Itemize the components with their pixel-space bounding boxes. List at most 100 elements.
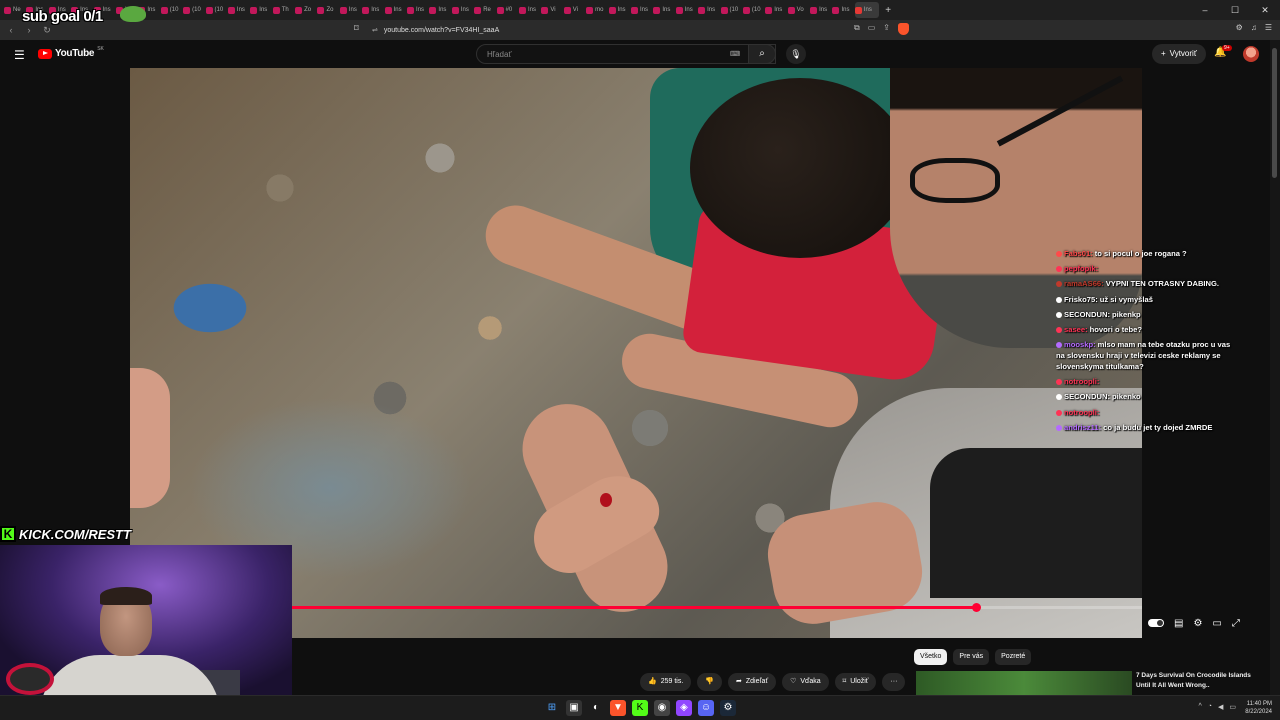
browser-tab[interactable]: Ins	[227, 2, 250, 18]
more-actions-button[interactable]: ···	[882, 673, 906, 691]
browser-tab[interactable]: Ins	[451, 2, 474, 18]
windows-start-icon[interactable]: ⊞	[544, 700, 560, 716]
youtube-logo[interactable]: YouTube SK	[38, 46, 104, 59]
save-button[interactable]: ⌑ Uložiť	[834, 673, 877, 691]
browser-tab[interactable]: Ins	[832, 2, 854, 18]
browser-tab[interactable]: (10	[205, 2, 228, 18]
taskbar-apps: ⊞ ▣ ◐ ▼ K ◉ ◈ ☺ ⚙	[544, 700, 736, 716]
browser-tab[interactable]: Ins	[810, 2, 832, 18]
subtitles-icon[interactable]: ▤	[1174, 618, 1183, 629]
browser-tab[interactable]: Vi	[541, 2, 563, 18]
tab-label: (10	[192, 7, 201, 13]
close-window-button[interactable]: ✕	[1250, 0, 1280, 20]
create-button[interactable]: + Vytvoriť	[1152, 44, 1206, 64]
app-icon[interactable]: ◉	[654, 700, 670, 716]
tab-label: Ins	[236, 7, 245, 13]
obs-icon[interactable]: ◐	[588, 700, 604, 716]
minimize-button[interactable]: –	[1190, 0, 1220, 20]
translate-icon[interactable]: ⧉	[854, 23, 860, 35]
recommended-video-title[interactable]: 7 Days Survival On Crocodile Islands Unt…	[1136, 671, 1264, 690]
browser-tab[interactable]: Ins	[765, 2, 787, 18]
browser-tab[interactable]: #0	[496, 2, 519, 18]
browser-tab[interactable]: Ins	[698, 2, 720, 18]
fullscreen-icon[interactable]: ⤢	[1232, 618, 1240, 629]
share-button[interactable]: ➦ Zdieľať	[728, 673, 777, 691]
browser-tab[interactable]: (10	[742, 2, 765, 18]
kick-app-icon[interactable]: K	[632, 700, 648, 716]
forward-icon[interactable]: ›	[22, 25, 36, 35]
browser-tab[interactable]: Re	[474, 2, 496, 18]
browser-tab[interactable]: Ins	[339, 2, 362, 18]
chip-watched[interactable]: Pozreté	[995, 649, 1032, 665]
video-actions: 👍 259 tis. 👎 ➦ Zdieľať ♡ Vďaka ⌑ Uložiť …	[640, 673, 906, 691]
browser-tab[interactable]: Vi	[563, 2, 586, 18]
twitch-icon[interactable]: ◈	[676, 700, 692, 716]
browser-tab[interactable]: (10	[183, 2, 205, 18]
browser-tab[interactable]: Ins	[429, 2, 451, 18]
bookmark-icon[interactable]: ⌑	[354, 23, 359, 34]
reload-icon[interactable]: ↻	[40, 25, 54, 36]
browser-tab[interactable]: Ins	[407, 2, 429, 18]
maximize-button[interactable]: ☐	[1220, 0, 1250, 20]
settings-gear-icon[interactable]: ⚙	[1193, 618, 1202, 629]
browser-tab[interactable]: Ins	[630, 2, 653, 18]
site-info-icon[interactable]: ⇌	[372, 26, 378, 34]
chip-for-you[interactable]: Pre vás	[953, 649, 990, 665]
browser-tab[interactable]: Th	[272, 2, 295, 18]
browser-tab[interactable]: Ins	[675, 2, 698, 18]
recommended-video-thumbnail[interactable]	[916, 671, 1132, 695]
tab-favicon-icon	[541, 6, 549, 14]
tab-favicon-icon	[474, 6, 482, 14]
browser-tab[interactable]: Ins	[854, 2, 879, 18]
tab-favicon-icon	[810, 6, 818, 14]
browser-tab[interactable]: Zo	[317, 2, 339, 18]
chip-all[interactable]: Všetko	[914, 649, 948, 665]
like-button[interactable]: 👍 259 tis.	[640, 673, 692, 691]
browser-tab[interactable]: Vo	[787, 2, 810, 18]
taskbar-clock[interactable]: 11:40 PM 8/22/2024	[1245, 700, 1272, 716]
menu-icon[interactable]: ☰	[1265, 23, 1272, 32]
browser-tab[interactable]: Zo	[295, 2, 317, 18]
thanks-button[interactable]: ♡ Vďaka	[782, 673, 829, 691]
dislike-button[interactable]: 👎	[697, 673, 723, 691]
share-page-icon[interactable]: ⇪	[883, 23, 890, 35]
media-icon[interactable]: ♫	[1251, 23, 1257, 32]
task-view-icon[interactable]: ▣	[566, 700, 582, 716]
steam-icon[interactable]: ⚙	[720, 700, 736, 716]
scrollbar-thumb[interactable]	[1272, 48, 1277, 178]
hamburger-menu-icon[interactable]: ☰	[14, 48, 25, 62]
brave-browser-icon[interactable]: ▼	[610, 700, 626, 716]
voice-search-icon[interactable]: 🎙	[786, 44, 806, 64]
browser-tab[interactable]: Ins	[653, 2, 675, 18]
brave-shield-icon[interactable]	[897, 23, 909, 35]
tab-label: Ins	[147, 7, 156, 13]
autoplay-toggle[interactable]	[1148, 619, 1164, 627]
new-tab-button[interactable]: +	[885, 5, 891, 16]
url-field[interactable]: ⇌ youtube.com/watch?v=FV34HI_saaA	[372, 23, 912, 37]
tab-favicon-icon	[630, 6, 638, 14]
thanks-label: Vďaka	[800, 678, 821, 685]
chat-message: Frisko75: už si vymyšlaš	[1056, 292, 1236, 307]
discord-icon[interactable]: ☺	[698, 700, 714, 716]
video-progress-bar[interactable]	[292, 603, 1142, 612]
browser-tab[interactable]: Ins	[384, 2, 407, 18]
wifi-icon[interactable]: ◔	[1208, 703, 1212, 711]
browser-tab[interactable]: mo	[586, 2, 608, 18]
browser-tab[interactable]: (10	[160, 2, 183, 18]
browser-tab[interactable]: (10	[720, 2, 743, 18]
cast-icon[interactable]: ▭	[868, 23, 876, 35]
browser-tab[interactable]: Ins	[362, 2, 384, 18]
browser-tab[interactable]: Ins	[250, 2, 272, 18]
keyboard-icon[interactable]: ⌨	[730, 50, 740, 58]
account-avatar[interactable]	[1243, 46, 1259, 62]
tray-chevron-icon[interactable]: ^	[1198, 703, 1201, 711]
extensions-icon[interactable]: ⚙	[1236, 23, 1243, 32]
miniplayer-icon[interactable]: ▭	[1212, 618, 1221, 629]
share-icon: ➦	[736, 678, 742, 685]
search-button[interactable]: ⌕	[748, 44, 776, 64]
browser-tab[interactable]: Ins	[608, 2, 631, 18]
browser-tab[interactable]: Ins	[518, 2, 541, 18]
back-icon[interactable]: ‹	[4, 25, 18, 35]
battery-icon[interactable]: ▭	[1229, 703, 1236, 711]
speaker-icon[interactable]: ◀	[1218, 703, 1223, 711]
